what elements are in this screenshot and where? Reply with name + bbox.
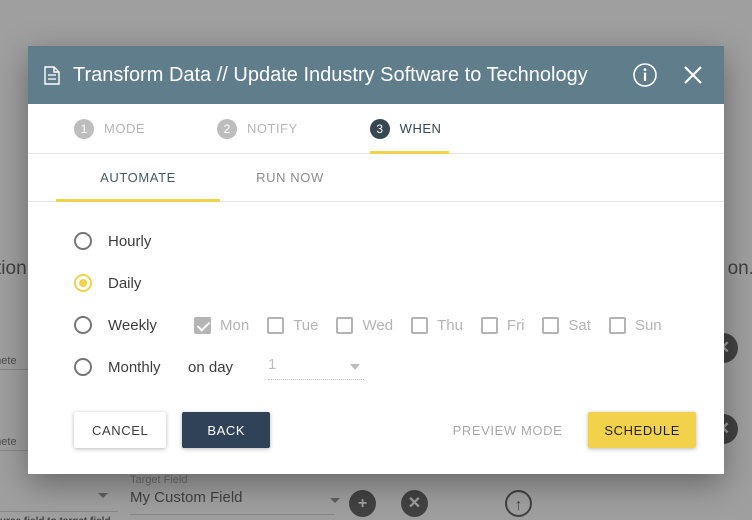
step-notify-number: 2 (217, 118, 237, 139)
dialog-footer: CANCEL BACK PREVIEW MODE SCHEDULE (28, 394, 724, 474)
schedule-button[interactable]: SCHEDULE (588, 412, 696, 448)
radio-monthly[interactable] (74, 358, 92, 376)
dialog-header: Transform Data // Update Industry Softwa… (28, 46, 724, 104)
checkbox-mon[interactable] (194, 316, 211, 334)
label-mon: Mon (220, 316, 250, 334)
step-notify[interactable]: 2 NOTIFY (217, 104, 370, 153)
checkbox-thu[interactable] (411, 316, 429, 334)
preview-mode-button[interactable]: PREVIEW MODE (443, 412, 573, 448)
weekday-mon: Mon (194, 316, 250, 334)
wizard-stepper: 1 MODE 2 NOTIFY 3 WHEN (28, 104, 724, 154)
label-sun: Sun (634, 316, 662, 334)
step-when-label: WHEN (399, 121, 442, 136)
option-row-daily: Daily (28, 262, 724, 304)
step-when-number: 3 (369, 118, 390, 139)
step-notify-label: NOTIFY (247, 121, 298, 136)
checkbox-sun[interactable] (608, 316, 626, 334)
back-button[interactable]: BACK (182, 412, 271, 448)
checkbox-tue[interactable] (267, 316, 285, 334)
weekday-fri: Fri (480, 316, 525, 334)
weekday-sun: Sun (608, 316, 662, 334)
radio-weekly[interactable] (74, 316, 92, 334)
transform-data-dialog: Transform Data // Update Industry Softwa… (28, 46, 724, 474)
cancel-button[interactable]: CANCEL (74, 412, 167, 448)
tab-automate[interactable]: AUTOMATE (56, 154, 220, 202)
option-row-weekly: Weekly Mon Tue Wed Thu Fri Sat Sun (28, 304, 724, 346)
weekday-tue: Tue (267, 316, 319, 334)
step-when[interactable]: 3 WHEN (369, 104, 514, 154)
label-thu: Thu (437, 316, 463, 334)
when-subtabs: AUTOMATE RUN NOW (28, 154, 724, 202)
label-weekly: Weekly (108, 316, 157, 334)
label-monthly: Monthly (108, 358, 161, 376)
step-mode[interactable]: 1 MODE (74, 104, 217, 153)
label-on-day: on day (188, 358, 234, 376)
label-hourly: Hourly (108, 232, 152, 250)
option-row-monthly: Monthly on day 1 (28, 346, 724, 388)
weekday-wed: Wed (336, 316, 394, 334)
tab-run-now[interactable]: RUN NOW (226, 154, 354, 201)
close-x-icon[interactable] (676, 58, 710, 92)
label-fri: Fri (506, 316, 525, 334)
step-mode-number: 1 (74, 118, 94, 139)
weekday-sat: Sat (542, 316, 591, 334)
weekday-checkbox-group: Mon Tue Wed Thu Fri Sat Sun (194, 316, 680, 334)
checkbox-wed[interactable] (336, 316, 354, 334)
option-row-hourly: Hourly (28, 220, 724, 262)
info-circle-icon[interactable] (628, 58, 662, 92)
screen-root: tion on. amete amete ✕ ✕ urce field to t… (0, 0, 752, 520)
dialog-title: Transform Data // Update Industry Softwa… (73, 63, 588, 86)
schedule-options: Hourly Daily Weekly Mon Tue Wed Thu Fri … (28, 202, 724, 394)
weekday-thu: Thu (411, 316, 463, 334)
label-sat: Sat (568, 316, 591, 334)
label-daily: Daily (108, 274, 142, 292)
step-mode-label: MODE (104, 121, 145, 136)
radio-hourly[interactable] (74, 232, 92, 250)
monthly-day-value: 1 (268, 356, 277, 373)
checkbox-fri[interactable] (480, 316, 498, 334)
monthly-day-underline (268, 379, 365, 380)
checkbox-sat[interactable] (542, 316, 560, 334)
radio-daily[interactable] (74, 274, 92, 292)
monthly-day-select[interactable]: 1 (268, 354, 365, 380)
label-tue: Tue (293, 316, 319, 334)
label-wed: Wed (362, 316, 394, 334)
document-icon (44, 65, 60, 85)
chevron-down-icon (350, 364, 361, 370)
